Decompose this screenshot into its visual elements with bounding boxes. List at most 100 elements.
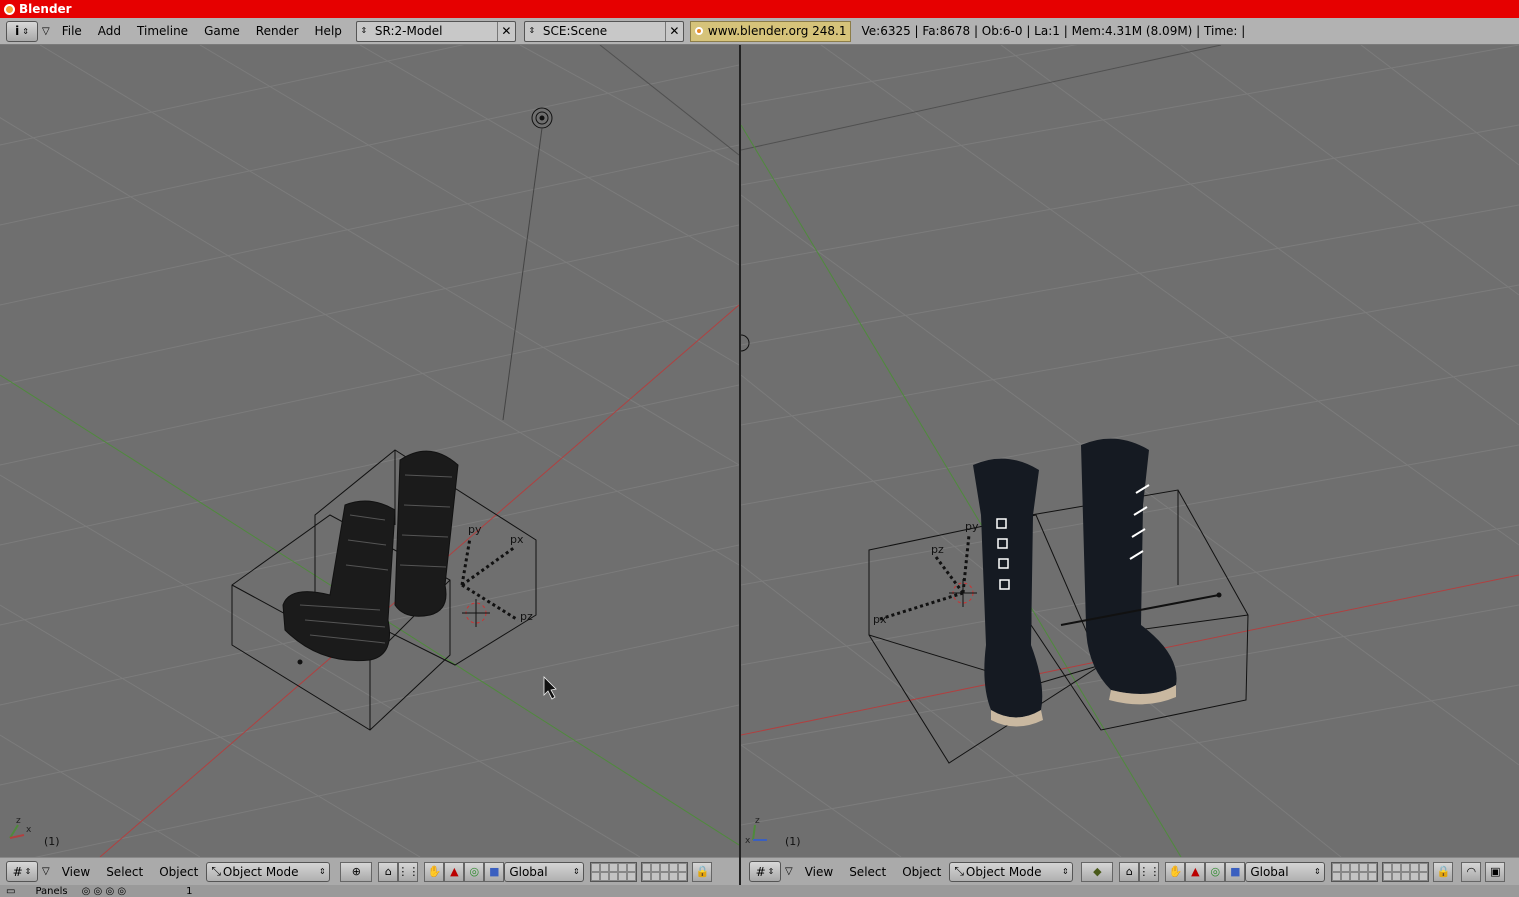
svg-text:z: z — [755, 816, 760, 826]
object-mode-icon: ⤡ — [211, 864, 221, 878]
hand-icon: ✋ — [1168, 865, 1183, 878]
dropdown-icon[interactable]: ⇕ — [569, 867, 583, 876]
frame-stepper[interactable]: 1 — [186, 886, 192, 897]
scene-browse-icon[interactable]: ⇕ — [525, 27, 539, 35]
grid-floor — [0, 45, 739, 857]
menu-select[interactable]: Select — [98, 861, 151, 882]
snap-button[interactable]: ⋮⋮ — [397, 861, 419, 882]
3d-cursor[interactable] — [949, 579, 977, 607]
manipulator-toggle[interactable]: ■ — [1225, 861, 1246, 882]
image-icon: ▣ — [1490, 865, 1501, 878]
cube-icon: ■ — [489, 865, 500, 878]
buttons-window-header: ▭ Panels ◎ ◎ ◎ ◎ 1 — [0, 885, 1519, 897]
screen-name[interactable]: SR:2-Model — [371, 24, 497, 38]
editor-type-button[interactable]: # ⇕ — [6, 861, 38, 882]
editor-type-button[interactable]: # ⇕ — [749, 861, 781, 882]
menu-game[interactable]: Game — [196, 21, 248, 42]
rotate-icon: ▲ — [1191, 865, 1200, 878]
menu-select[interactable]: Select — [841, 861, 894, 882]
menu-object[interactable]: Object — [151, 861, 206, 882]
menu-help[interactable]: Help — [307, 21, 350, 42]
layer-grid-a[interactable] — [1331, 861, 1379, 882]
rotate-manipulator-button[interactable]: ▲ — [444, 861, 465, 882]
dropdown-icon[interactable]: ⇕ — [1058, 867, 1072, 876]
editor-type-icon[interactable]: ▭ — [6, 886, 15, 897]
grid-icon: # — [755, 864, 766, 879]
collapse-menu-icon[interactable]: ▽ — [42, 26, 50, 37]
layer-buttons[interactable] — [1331, 861, 1433, 882]
boot-wireframe-right[interactable] — [394, 450, 459, 617]
viewport-scene-wireframe[interactable]: py px pz z x — [0, 45, 739, 857]
manipulator-toggle[interactable]: ■ — [484, 861, 505, 882]
orientation-select[interactable]: Global ⇕ — [504, 861, 585, 882]
translate-manipulator-button[interactable]: ✋ — [424, 861, 445, 882]
boot-textured-right[interactable] — [1081, 438, 1177, 705]
translate-manipulator-button[interactable]: ✋ — [1165, 861, 1186, 882]
website-text[interactable]: www.blender.org 248.1 — [708, 24, 847, 38]
camera-view-button[interactable]: ▣ — [1485, 861, 1506, 882]
screen-layout-field[interactable]: ⇕ SR:2-Model ✕ — [355, 20, 516, 42]
frame-number: (1) — [785, 835, 801, 848]
pivot-button[interactable]: ⌂ — [378, 861, 399, 882]
menu-view[interactable]: View — [797, 861, 841, 882]
lamp-object[interactable] — [502, 107, 553, 421]
screen-delete-icon[interactable]: ✕ — [496, 21, 515, 41]
orientation-value[interactable]: Global — [1250, 865, 1310, 879]
dropdown-icon[interactable]: ⇕ — [315, 867, 329, 876]
mode-select[interactable]: ⤡ Object Mode ⇕ — [949, 861, 1074, 882]
editor-type-info-button[interactable]: i ⇕ — [6, 20, 38, 42]
3d-cursor[interactable] — [462, 599, 490, 627]
layer-grid-a[interactable] — [590, 861, 638, 882]
lock-layers-button[interactable]: 🔒 — [692, 861, 713, 882]
boot-wireframe-left[interactable] — [282, 500, 396, 662]
mode-select[interactable]: ⤡ Object Mode ⇕ — [206, 861, 331, 882]
scale-icon: ◎ — [1210, 865, 1221, 878]
mode-value[interactable]: Object Mode — [223, 865, 315, 879]
draw-type-button[interactable]: ◆ — [1081, 861, 1114, 882]
axis-label-pz: pz — [520, 610, 533, 623]
scene-field[interactable]: ⇕ SCE:Scene ✕ — [523, 20, 684, 42]
screen-browse-icon[interactable]: ⇕ — [357, 27, 371, 35]
panels-label[interactable]: Panels — [35, 886, 67, 897]
empty-axes-right — [876, 534, 971, 622]
pivot-button[interactable]: ⌂ — [1119, 861, 1140, 882]
collapse-menu-icon[interactable]: ▽ — [42, 866, 50, 877]
orientation-value[interactable]: Global — [509, 865, 569, 879]
pivot-icon: ⌂ — [384, 865, 392, 878]
panel-tabs-icon[interactable]: ◎ ◎ ◎ ◎ — [82, 886, 126, 897]
scene-delete-icon[interactable]: ✕ — [664, 21, 683, 41]
3d-viewport-wireframe[interactable]: py px pz z x (1) — [0, 45, 739, 857]
layer-buttons[interactable] — [590, 861, 692, 882]
menu-timeline[interactable]: Timeline — [129, 21, 196, 42]
view-clip-line — [741, 45, 1222, 151]
lock-layers-button[interactable]: 🔒 — [1433, 861, 1454, 882]
menu-add[interactable]: Add — [90, 21, 129, 42]
rotate-icon: ▲ — [450, 865, 459, 878]
orientation-select[interactable]: Global ⇕ — [1245, 861, 1326, 882]
render-preview-button[interactable]: ◠ — [1461, 861, 1482, 882]
dropdown-icon[interactable]: ⇕ — [1310, 867, 1324, 876]
bounding-boxes — [868, 489, 1249, 764]
axis-label-py: py — [965, 520, 979, 533]
scale-manipulator-button[interactable]: ◎ — [464, 861, 485, 882]
rotate-manipulator-button[interactable]: ▲ — [1185, 861, 1206, 882]
blender-website-link[interactable]: www.blender.org 248.1 — [689, 20, 852, 42]
layer-grid-b[interactable] — [1382, 861, 1430, 882]
boot-textured-left[interactable] — [973, 458, 1043, 727]
collapse-menu-icon[interactable]: ▽ — [785, 866, 793, 877]
snap-button[interactable]: ⋮⋮ — [1138, 861, 1160, 882]
menu-object[interactable]: Object — [894, 861, 949, 882]
viewport-scene-textured[interactable]: pz py px z x — [741, 45, 1519, 857]
3d-viewport-textured[interactable]: pz py px z x (1) — [741, 45, 1519, 857]
menu-render[interactable]: Render — [248, 21, 307, 42]
menu-file[interactable]: File — [54, 21, 90, 42]
axis-label-px: px — [510, 533, 524, 546]
textured-icon: ◆ — [1093, 865, 1102, 878]
draw-type-button[interactable]: ⊕ — [340, 861, 373, 882]
scale-manipulator-button[interactable]: ◎ — [1205, 861, 1226, 882]
menu-view[interactable]: View — [54, 861, 98, 882]
layer-grid-b[interactable] — [641, 861, 689, 882]
object-origin — [297, 659, 303, 665]
mode-value[interactable]: Object Mode — [966, 865, 1058, 879]
scene-name[interactable]: SCE:Scene — [539, 24, 665, 38]
